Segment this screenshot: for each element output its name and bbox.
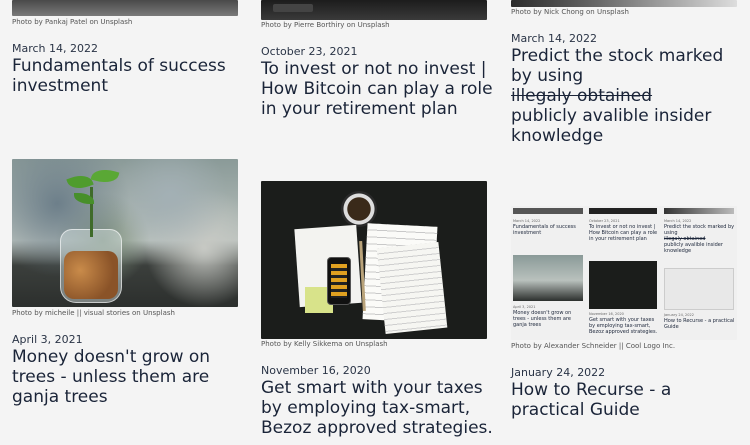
- collage-item: October 23, 2021 To invest or not no inv…: [589, 219, 658, 242]
- post-date: November 16, 2020: [261, 364, 371, 377]
- post-title[interactable]: Get smart with your taxes by employing t…: [261, 378, 493, 438]
- collage-item: January 24, 2022 How to Recurse - a prac…: [664, 313, 735, 330]
- post-date: March 14, 2022: [511, 32, 598, 45]
- photo-credit: Photo by Pierre Borthiry on Unsplash: [261, 21, 390, 29]
- leaf-shape: [90, 165, 120, 187]
- post-date: April 3, 2021: [12, 333, 83, 346]
- paper-shape: [376, 241, 448, 335]
- photo-credit: Photo by Nick Chong on Unsplash: [511, 8, 629, 16]
- post-title[interactable]: How to Recurse - a practical Guide: [511, 380, 711, 420]
- post-title[interactable]: Fundamentals of success investment: [12, 56, 240, 96]
- post-date: October 23, 2021: [261, 45, 358, 58]
- plant-stem-shape: [90, 187, 93, 237]
- post-date: January 24, 2022: [511, 366, 606, 379]
- phone-shape: [327, 257, 351, 305]
- post-thumbnail[interactable]: [12, 0, 238, 16]
- post-date: March 14, 2022: [12, 42, 99, 55]
- photo-credit: Photo by micheile || visual stories on U…: [12, 309, 175, 317]
- collage-item: March 14, 2022 Predict the stock marked …: [664, 219, 735, 254]
- post-title[interactable]: Predict the stock marked by using illega…: [511, 46, 736, 146]
- collage-item: November 16, 2020 Get smart with your ta…: [589, 312, 658, 335]
- post-thumbnail[interactable]: [12, 159, 238, 307]
- collage-item: March 14, 2022 Fundamentals of success i…: [513, 219, 576, 236]
- post-thumbnail[interactable]: [511, 0, 737, 7]
- post-title-part: Predict the stock marked by using: [511, 46, 724, 86]
- photo-credit: Photo by Pankaj Patel on Unsplash: [12, 18, 133, 26]
- post-title-strikethrough: illegaly obtained: [511, 86, 653, 106]
- post-title[interactable]: To invest or not no invest | How Bitcoin…: [261, 59, 493, 119]
- post-title-part: publicly avalible insider knowledge: [511, 106, 712, 146]
- post-title[interactable]: Money doesn't grow on trees - unless the…: [12, 347, 222, 407]
- post-thumbnail[interactable]: [261, 0, 487, 20]
- coins-shape: [64, 251, 118, 299]
- photo-credit: Photo by Alexander Schneider || Cool Log…: [511, 342, 676, 350]
- collage-item: April 3, 2021 Money doesn't grow on tree…: [513, 305, 572, 328]
- photo-credit: Photo by Kelly Sikkema on Unsplash: [261, 340, 388, 348]
- post-thumbnail[interactable]: March 14, 2022 Fundamentals of success i…: [511, 206, 737, 340]
- post-thumbnail[interactable]: [261, 181, 487, 339]
- coffee-cup-shape: [341, 191, 377, 227]
